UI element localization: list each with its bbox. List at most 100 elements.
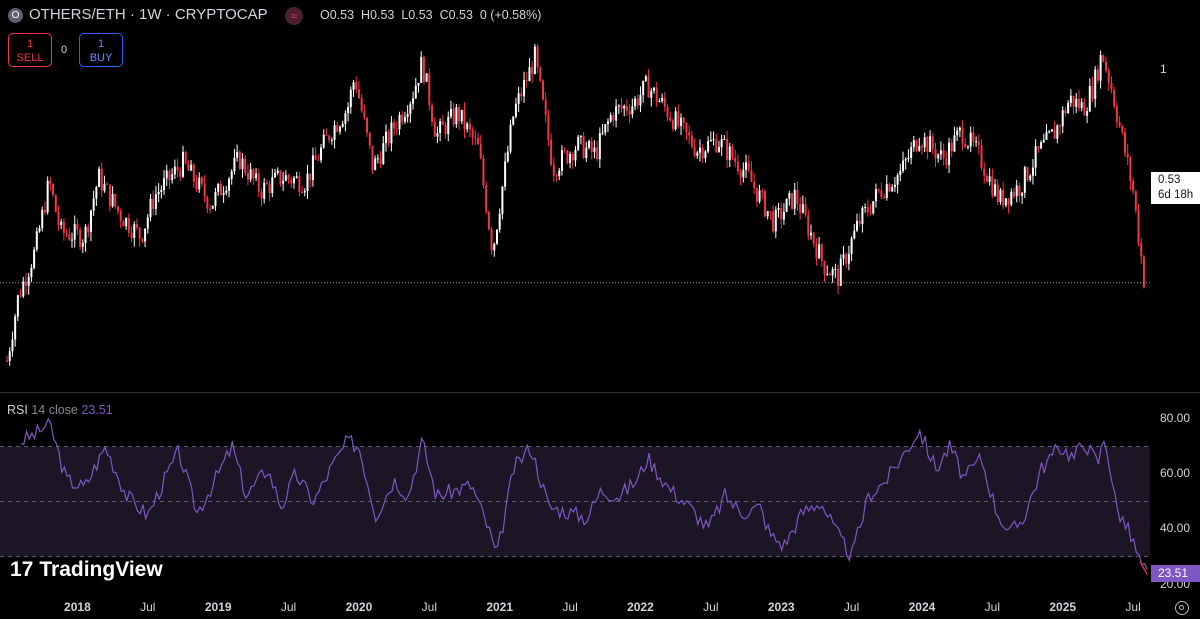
candle-body: [674, 111, 677, 130]
candle-body: [301, 191, 304, 193]
candle-body: [853, 230, 856, 239]
candle-body: [593, 147, 596, 152]
candle-body: [644, 76, 647, 81]
candle-body: [230, 171, 233, 179]
candle-body: [501, 186, 504, 214]
candle-body: [420, 57, 423, 83]
candle-body: [200, 177, 203, 184]
candle-body: [95, 186, 98, 199]
candle-body: [1040, 142, 1043, 149]
candle-body: [260, 192, 263, 199]
tradingview-logo[interactable]: 17 TradingView: [10, 558, 163, 582]
candle-body: [1042, 139, 1045, 143]
candle-body: [1115, 106, 1118, 122]
candle-body: [690, 135, 693, 147]
chart-canvas[interactable]: [0, 0, 1200, 619]
candle-body: [114, 193, 117, 207]
candle-body: [79, 229, 82, 247]
candle-body: [969, 132, 972, 147]
candle-body: [311, 155, 314, 180]
candle-body: [615, 106, 618, 121]
candle-body: [934, 149, 937, 159]
candle-body: [1023, 167, 1026, 193]
candle-body: [52, 184, 55, 196]
candle-body: [709, 140, 712, 142]
candle-body: [87, 226, 90, 233]
candle-body: [606, 121, 609, 125]
candle-body: [707, 140, 710, 152]
candle-body: [1083, 102, 1086, 116]
rsi-tick-40: 40.00: [1160, 521, 1191, 535]
candle-body: [628, 111, 631, 115]
candle-body: [877, 189, 880, 191]
candle-body: [417, 82, 420, 86]
candle-body: [62, 221, 65, 233]
candle-body: [652, 87, 655, 91]
candle-body: [352, 82, 355, 90]
candle-body: [228, 178, 231, 191]
candle-body: [328, 135, 331, 141]
pane-separator[interactable]: [0, 392, 1200, 393]
candle-body: [271, 177, 274, 194]
candle-body: [1094, 69, 1097, 99]
candle-body: [263, 182, 266, 199]
candle-body: [1096, 69, 1099, 81]
candle-body: [16, 295, 19, 317]
candle-body: [238, 151, 241, 169]
candle-body: [891, 187, 894, 192]
candle-body: [181, 151, 184, 177]
candle-body: [393, 122, 396, 129]
candle-body: [885, 184, 888, 199]
settings-gear-icon[interactable]: [1175, 601, 1189, 615]
candle-body: [728, 146, 731, 160]
candle-body: [76, 224, 79, 230]
candle-body: [1059, 125, 1062, 127]
candle-body: [910, 147, 913, 158]
candle-body: [731, 146, 734, 158]
candle-body: [769, 211, 772, 213]
candle-body: [669, 117, 672, 121]
candle-body: [279, 170, 282, 184]
candle-body: [1113, 89, 1116, 107]
candle-body: [815, 243, 818, 259]
candle-body: [796, 189, 799, 205]
candle-body: [663, 98, 666, 107]
candle-body: [828, 273, 831, 276]
candle-body: [135, 224, 138, 228]
time-axis-tick: 2023: [767, 600, 795, 614]
candle-body: [904, 159, 907, 161]
candle-body: [179, 170, 182, 177]
candle-body: [696, 152, 699, 156]
candle-body: [869, 212, 872, 214]
candle-body: [634, 98, 637, 107]
candle-body: [1118, 121, 1121, 126]
time-axis-tick: 2018: [64, 600, 91, 614]
candle-body: [785, 198, 788, 212]
candle-body: [225, 190, 228, 193]
candle-body: [655, 87, 658, 102]
candle-body: [804, 204, 807, 216]
candle-body: [661, 98, 664, 101]
candle-body: [1105, 61, 1108, 71]
candle-body: [246, 172, 249, 180]
candle-body: [460, 109, 463, 122]
candle-body: [349, 89, 352, 108]
candle-body: [382, 143, 385, 165]
candle-body: [160, 189, 163, 193]
candle-body: [574, 149, 577, 161]
candle-body: [371, 145, 374, 171]
candle-body: [290, 179, 293, 184]
time-axis-tick: Jul: [703, 600, 719, 614]
candle-body: [436, 133, 439, 137]
candle-body: [412, 98, 415, 104]
candle-body: [658, 100, 661, 102]
time-axis-tick: Jul: [843, 600, 860, 614]
rsi-legend[interactable]: RSI 14 close 23.51: [7, 403, 113, 417]
candle-body: [958, 127, 961, 131]
candle-body: [141, 238, 144, 242]
candle-body: [425, 73, 428, 82]
candle-body: [1026, 167, 1029, 181]
candle-body: [625, 105, 628, 112]
candle-body: [948, 142, 951, 165]
candle-body: [314, 155, 317, 160]
